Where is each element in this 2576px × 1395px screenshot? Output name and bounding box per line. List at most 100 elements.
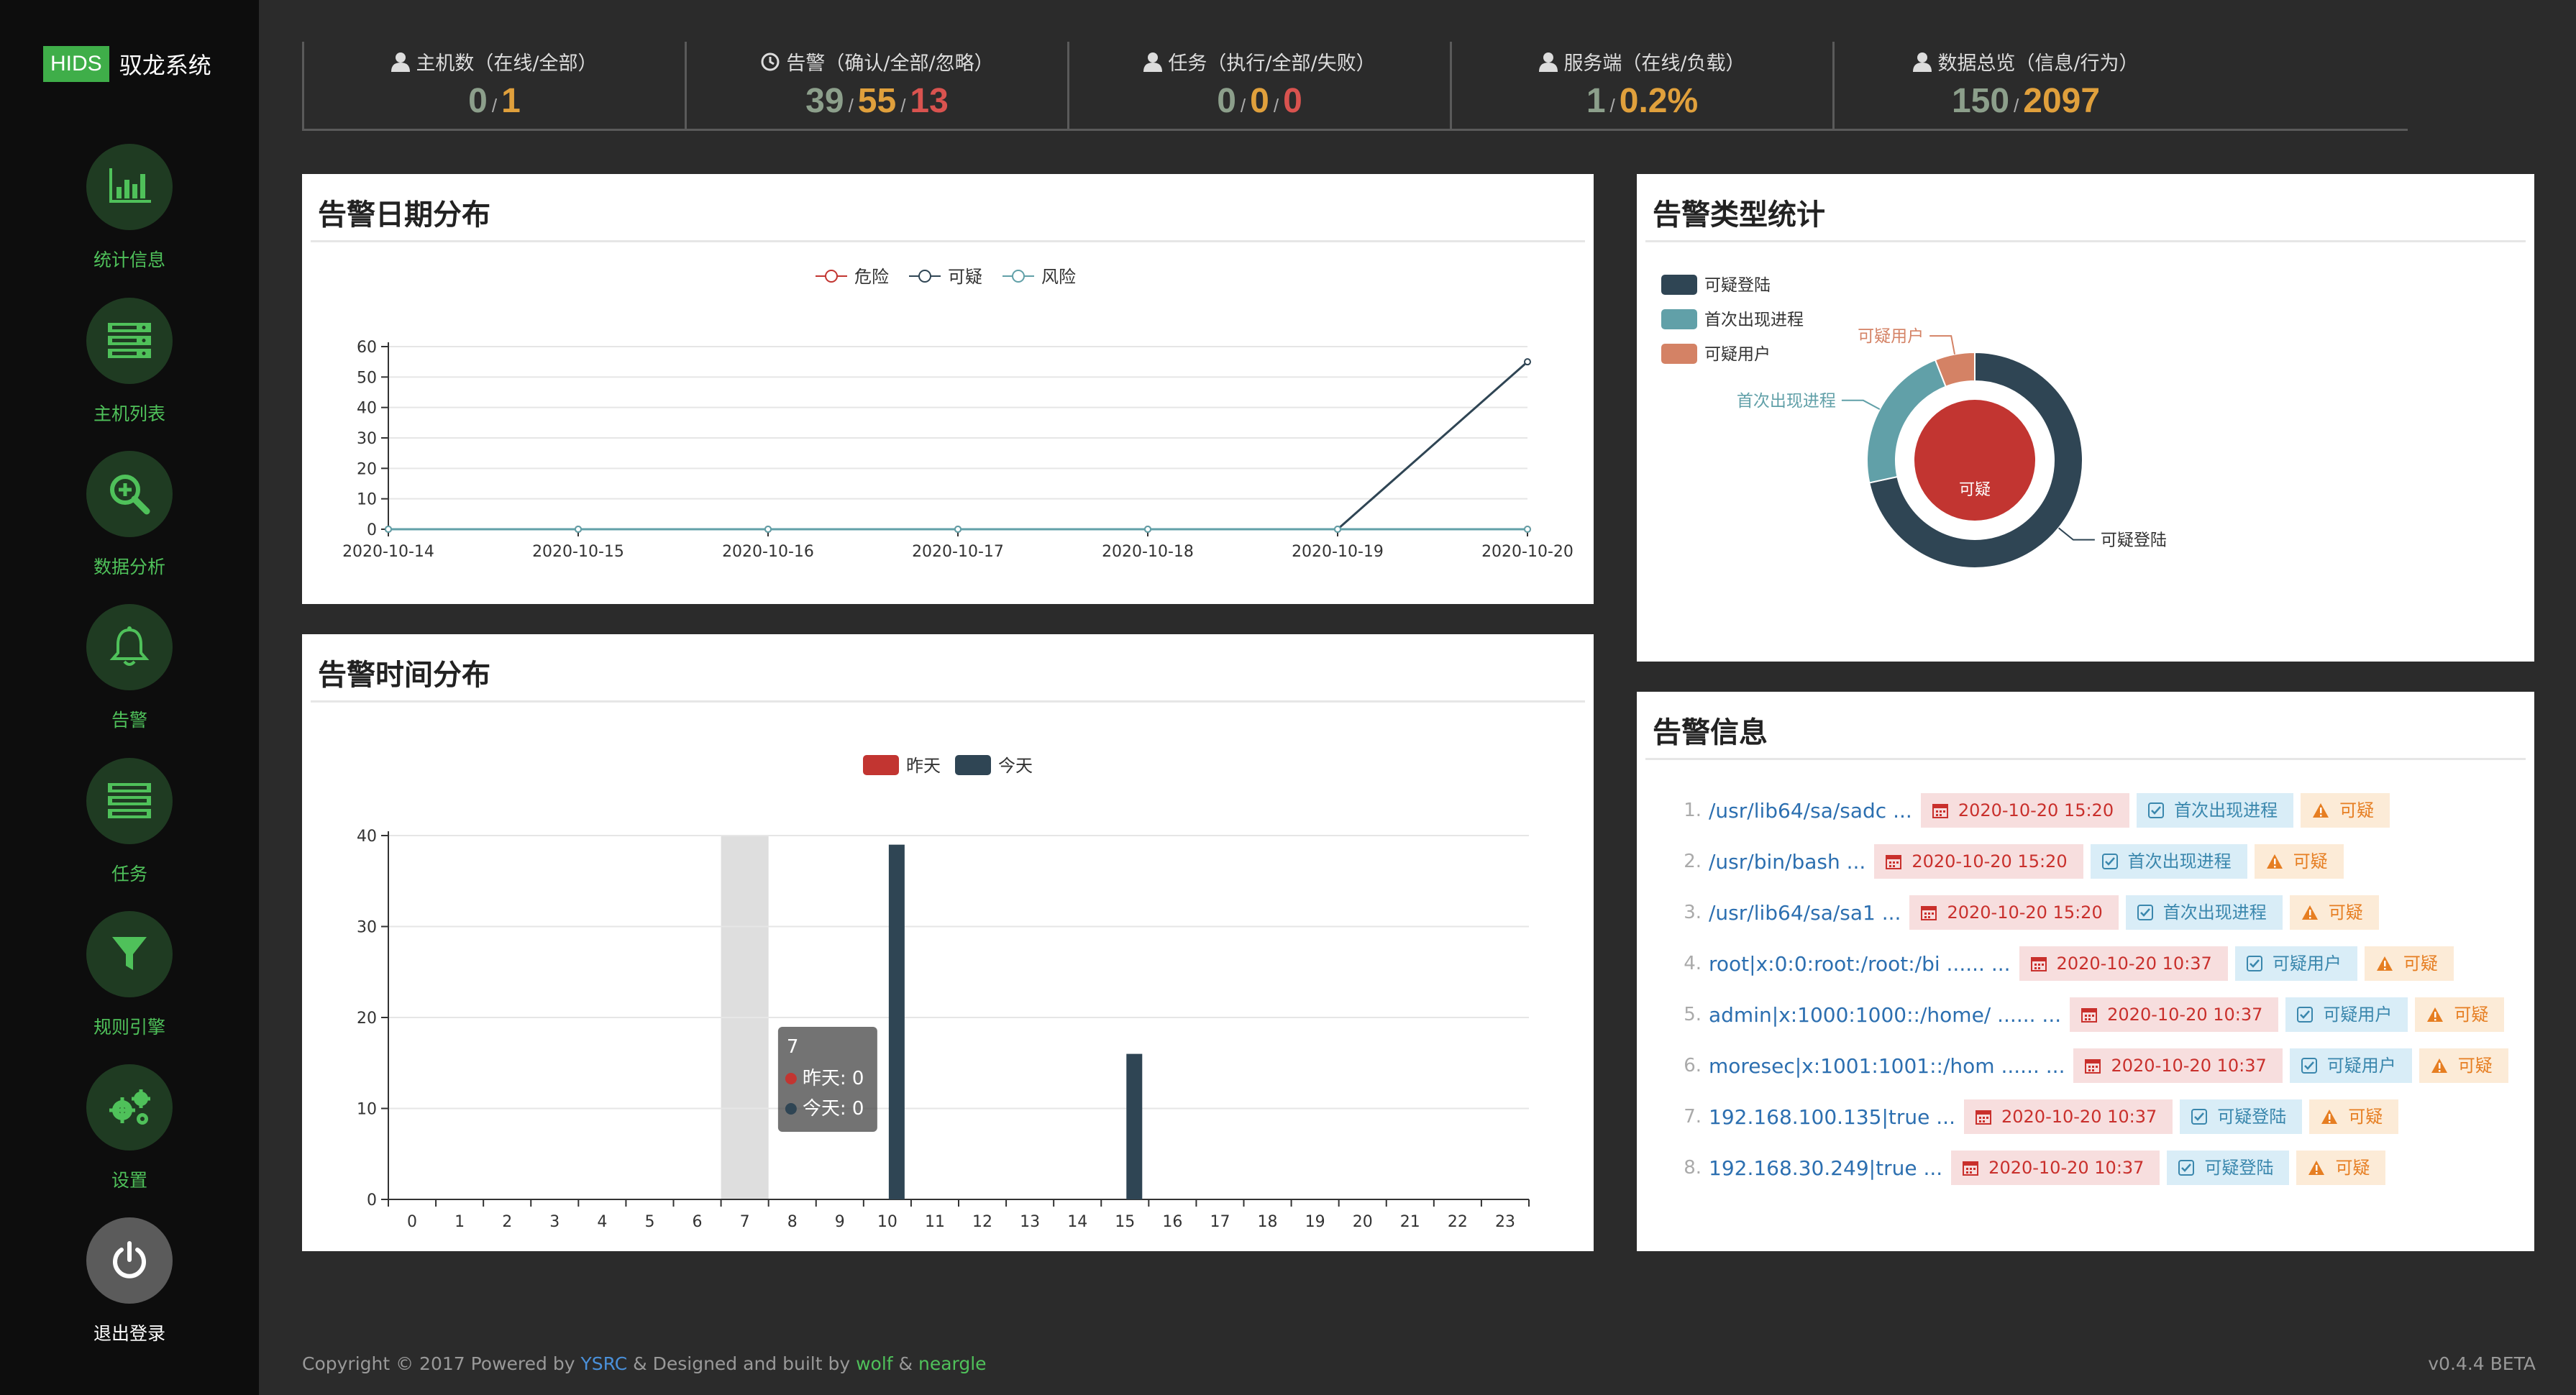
stat-label: 告警（确认/全部/忽略） bbox=[786, 52, 994, 75]
pie-leader-line bbox=[1929, 335, 1956, 355]
stat-value-part: 150 bbox=[1951, 82, 2010, 120]
ysrc-link[interactable]: YSRC bbox=[580, 1353, 627, 1374]
x-tick-label: 5 bbox=[644, 1213, 654, 1231]
alert-row[interactable]: 2. /usr/bin/bash ... 2020-10-20 15:20 首次出现进… bbox=[1677, 843, 2516, 879]
calendar-icon bbox=[1975, 1110, 1991, 1125]
alert-time: 2020-10-20 10:37 bbox=[2107, 1005, 2263, 1025]
alert-path[interactable]: admin|x:1000:1000::/home/ ...... ... bbox=[1709, 1003, 2061, 1027]
alert-row[interactable]: 6. moresec|x:1001:1001::/hom ...... ... 20… bbox=[1677, 1048, 2516, 1084]
alert-path[interactable]: /usr/lib64/sa/sa1 ... bbox=[1709, 901, 1901, 925]
alert-index: 8. bbox=[1684, 1157, 1702, 1179]
data-point bbox=[575, 526, 582, 533]
check-square-icon bbox=[2101, 854, 2118, 869]
alert-row[interactable]: 8. 192.168.30.249|true ... 2020-10-20 10:3… bbox=[1677, 1150, 2516, 1186]
bar bbox=[888, 844, 905, 1199]
alert-path[interactable]: /usr/bin/bash ... bbox=[1709, 850, 1865, 874]
x-tick-label: 21 bbox=[1400, 1213, 1420, 1231]
legend-swatch bbox=[1661, 275, 1697, 295]
nav-item-settings[interactable]: 设置 bbox=[0, 1064, 259, 1192]
y-tick-label: 40 bbox=[357, 828, 377, 846]
alert-time: 2020-10-20 10:37 bbox=[2056, 953, 2212, 974]
alert-list: 1. /usr/lib64/sa/sadc ... 2020-10-20 15:20… bbox=[1677, 792, 2516, 1201]
data-point bbox=[954, 526, 962, 533]
alert-index: 6. bbox=[1684, 1055, 1702, 1076]
tooltip-marker bbox=[785, 1103, 797, 1115]
nav-label: 设置 bbox=[111, 1170, 147, 1191]
calendar-icon bbox=[2030, 957, 2047, 971]
zoom-icon bbox=[110, 475, 150, 515]
alert-path[interactable]: 192.168.30.249|true ... bbox=[1709, 1156, 1942, 1180]
footer-amp: & bbox=[898, 1353, 913, 1374]
nav-circle bbox=[86, 604, 173, 690]
alert-row[interactable]: 4. root|x:0:0:root:/root:/bi ...... ... 20… bbox=[1677, 946, 2516, 982]
nav-item-stats[interactable]: 统计信息 bbox=[0, 144, 259, 272]
nav-item-rules[interactable]: 规则引擎 bbox=[0, 911, 259, 1039]
alert-time-badge: 2020-10-20 10:37 bbox=[1951, 1151, 2160, 1185]
neargle-link[interactable]: neargle bbox=[918, 1353, 987, 1374]
x-tick-label: 2020-10-16 bbox=[722, 543, 814, 561]
x-tick-label: 0 bbox=[407, 1213, 417, 1231]
nav-item-tasks[interactable]: 任务 bbox=[0, 758, 259, 886]
x-tick-label: 11 bbox=[925, 1213, 945, 1231]
stat-value-part: 39 bbox=[805, 82, 844, 120]
footer-middle: & Designed and built by bbox=[633, 1353, 851, 1374]
x-tick-label: 2020-10-17 bbox=[912, 543, 1004, 561]
panel-alert-info: 告警信息 1. /usr/lib64/sa/sadc ... 2020-10-20 … bbox=[1637, 692, 2534, 1251]
alert-time: 2020-10-20 10:37 bbox=[2111, 1056, 2267, 1076]
y-tick-label: 30 bbox=[357, 430, 377, 448]
x-tick-label: 20 bbox=[1353, 1213, 1373, 1231]
x-tick-label: 8 bbox=[787, 1213, 798, 1231]
alert-level: 可疑 bbox=[2293, 851, 2328, 872]
nav-circle bbox=[86, 911, 173, 997]
stat-value-part: 0.2% bbox=[1619, 82, 1699, 120]
legend-swatch bbox=[1661, 309, 1697, 329]
gears-icon bbox=[109, 1089, 150, 1125]
brand-logo[interactable]: HIDS 驭龙系统 bbox=[43, 46, 211, 82]
nav-label: 统计信息 bbox=[93, 250, 165, 270]
line-chart: 危险 可疑 风险 0 10 20 30 40 50 60 2020-10-14 2020-10-15 2… bbox=[342, 267, 1574, 561]
wolf-link[interactable]: wolf bbox=[856, 1353, 893, 1374]
nav-circle bbox=[86, 144, 173, 230]
panel-date-distribution: 告警日期分布 危险 可疑 风险 0 10 20 30 40 50 60 2020-10-14 2020… bbox=[302, 174, 1594, 604]
nav-item-analysis[interactable]: 数据分析 bbox=[0, 451, 259, 579]
nav-item-hosts[interactable]: 主机列表 bbox=[0, 298, 259, 426]
nav-item-logout[interactable]: 退出登录 bbox=[0, 1217, 259, 1345]
stat-value-part: 2097 bbox=[2023, 82, 2101, 120]
alert-row[interactable]: 3. /usr/lib64/sa/sa1 ... 2020-10-20 15:20 首… bbox=[1677, 895, 2516, 930]
task-icon bbox=[108, 783, 151, 818]
stat-value-part: 55 bbox=[857, 82, 897, 120]
value-separator: / bbox=[1609, 95, 1615, 116]
alert-row[interactable]: 7. 192.168.100.135|true ... 2020-10-20 10:… bbox=[1677, 1099, 2516, 1135]
alert-path[interactable]: /usr/lib64/sa/sadc ... bbox=[1709, 799, 1912, 823]
stat-value-part: 0 bbox=[468, 82, 488, 120]
alert-path[interactable]: moresec|x:1001:1001::/hom ...... ... bbox=[1709, 1054, 2065, 1078]
alert-path[interactable]: 192.168.100.135|true ... bbox=[1709, 1105, 1955, 1129]
stat-tasks: 任务（执行/全部/失败） 0/0/0 bbox=[1067, 42, 1450, 131]
calendar-icon bbox=[1963, 1161, 1979, 1176]
alert-row[interactable]: 5. admin|x:1000:1000::/home/ ...... ... 20… bbox=[1677, 997, 2516, 1033]
alert-time: 2020-10-20 10:37 bbox=[1988, 1158, 2145, 1178]
alert-path[interactable]: root|x:0:0:root:/root:/bi ...... ... bbox=[1709, 952, 2011, 976]
server-list-icon bbox=[108, 323, 151, 358]
nav-item-alerts[interactable]: 告警 bbox=[0, 604, 259, 732]
sidebar: HIDS 驭龙系统 统计信息 主机列表 数据分析 告警 任务 规则引擎 设置 退… bbox=[0, 0, 259, 1395]
alert-row[interactable]: 1. /usr/lib64/sa/sadc ... 2020-10-20 15:20… bbox=[1677, 792, 2516, 828]
divider bbox=[1645, 758, 2526, 760]
x-tick-label: 13 bbox=[1020, 1213, 1040, 1231]
x-tick-label: 15 bbox=[1115, 1213, 1135, 1231]
alert-level-badge: 可疑 bbox=[2289, 895, 2379, 930]
x-tick-label: 16 bbox=[1162, 1213, 1182, 1231]
x-tick-label: 3 bbox=[549, 1213, 559, 1231]
stat-value-part: 0 bbox=[1283, 82, 1302, 120]
alert-level-badge: 可疑 bbox=[2415, 997, 2505, 1032]
alert-time-badge: 2020-10-20 15:20 bbox=[1874, 844, 2083, 879]
legend-marker bbox=[1012, 270, 1025, 283]
tooltip-marker bbox=[785, 1073, 797, 1084]
user-icon bbox=[1913, 52, 1932, 72]
check-square-icon bbox=[2297, 1007, 2314, 1023]
stat-servers: 服务端（在线/负载） 1/0.2% bbox=[1450, 42, 1832, 131]
legend-label: 可疑 bbox=[948, 267, 982, 287]
alert-level-badge: 可疑 bbox=[2301, 793, 2390, 828]
x-tick-label: 17 bbox=[1210, 1213, 1230, 1231]
calendar-icon bbox=[1921, 906, 1937, 920]
